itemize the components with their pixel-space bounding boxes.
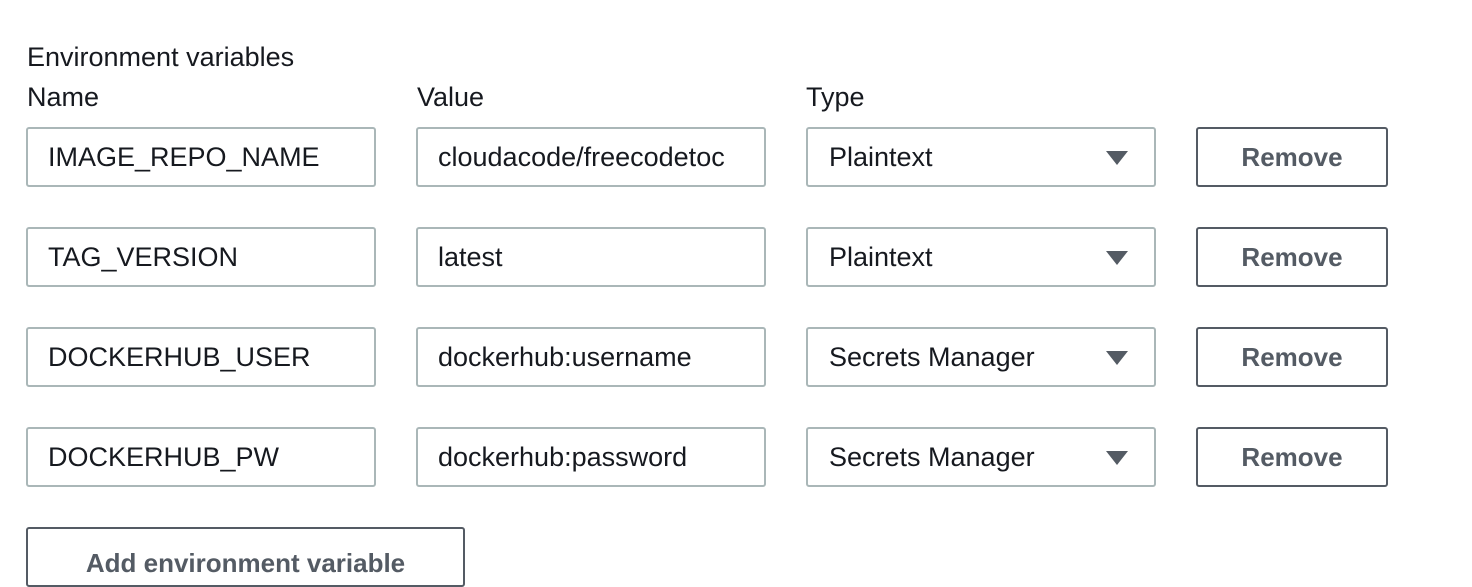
env-type-selected-value: Plaintext bbox=[829, 242, 933, 272]
env-type-select[interactable]: Secrets Manager bbox=[806, 327, 1156, 387]
env-variable-list: Plaintext Remove Plaintext Remove Secret… bbox=[0, 0, 1472, 558]
caret-down-icon bbox=[1106, 251, 1128, 265]
env-value-input[interactable] bbox=[416, 327, 766, 387]
env-type-selected-value: Secrets Manager bbox=[829, 342, 1035, 372]
env-variable-row: Plaintext Remove bbox=[0, 227, 1472, 287]
env-value-input[interactable] bbox=[416, 127, 766, 187]
env-value-input[interactable] bbox=[416, 427, 766, 487]
env-type-selected-value: Plaintext bbox=[829, 142, 933, 172]
env-type-selected-value: Secrets Manager bbox=[829, 442, 1035, 472]
env-variable-row: Secrets Manager Remove bbox=[0, 427, 1472, 487]
env-type-select[interactable]: Secrets Manager bbox=[806, 427, 1156, 487]
caret-down-icon bbox=[1106, 151, 1128, 165]
caret-down-icon bbox=[1106, 451, 1128, 465]
remove-button[interactable]: Remove bbox=[1196, 327, 1388, 387]
env-name-input[interactable] bbox=[26, 327, 376, 387]
env-variable-row: Plaintext Remove bbox=[0, 127, 1472, 187]
remove-button[interactable]: Remove bbox=[1196, 127, 1388, 187]
env-name-input[interactable] bbox=[26, 427, 376, 487]
env-value-input[interactable] bbox=[416, 227, 766, 287]
env-name-input[interactable] bbox=[26, 227, 376, 287]
remove-button[interactable]: Remove bbox=[1196, 427, 1388, 487]
add-environment-variable-button[interactable]: Add environment variable bbox=[26, 527, 465, 587]
env-type-select[interactable]: Plaintext bbox=[806, 227, 1156, 287]
caret-down-icon bbox=[1106, 351, 1128, 365]
remove-button[interactable]: Remove bbox=[1196, 227, 1388, 287]
env-variable-row: Secrets Manager Remove bbox=[0, 327, 1472, 387]
env-type-select[interactable]: Plaintext bbox=[806, 127, 1156, 187]
env-name-input[interactable] bbox=[26, 127, 376, 187]
